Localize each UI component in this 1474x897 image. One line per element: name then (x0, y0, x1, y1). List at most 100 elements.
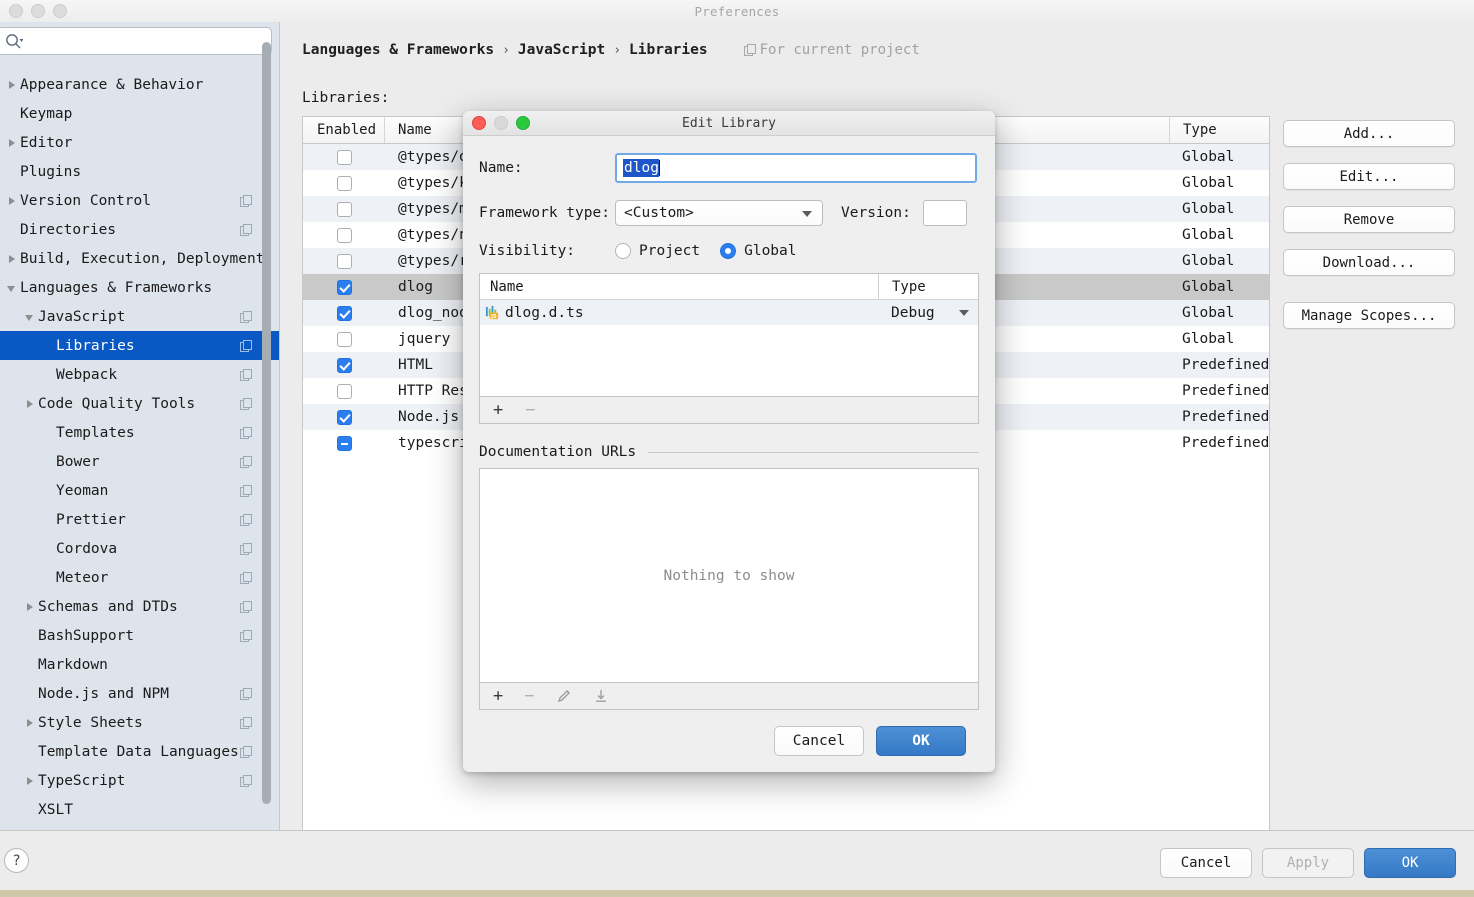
sidebar-item-code-quality-tools[interactable]: Code Quality Tools (0, 389, 279, 418)
enabled-checkbox[interactable] (336, 227, 352, 243)
column-header-type[interactable]: Type (1169, 117, 1269, 143)
version-input[interactable] (922, 200, 967, 226)
sidebar-item-bashsupport[interactable]: BashSupport (0, 621, 279, 650)
documentation-urls-list[interactable]: Nothing to show (479, 468, 979, 683)
chevron-down-icon[interactable] (4, 280, 20, 296)
sidebar-scrollbar-thumb[interactable] (262, 42, 271, 804)
enabled-checkbox[interactable] (336, 305, 352, 321)
sidebar-item-build-execution-deployment[interactable]: Build, Execution, Deployment (0, 244, 279, 273)
pencil-icon[interactable] (556, 688, 572, 704)
edit-button[interactable]: Edit... (1283, 163, 1455, 190)
plus-icon[interactable]: + (493, 687, 503, 705)
sidebar-item-plugins[interactable]: Plugins (0, 157, 279, 186)
download-button[interactable]: Download... (1283, 249, 1455, 276)
sidebar-item-markdown[interactable]: Markdown (0, 650, 279, 679)
dialog-ok-button[interactable]: OK (876, 726, 966, 756)
sidebar-item-typescript[interactable]: TypeScript (0, 766, 279, 795)
sidebar-item-languages-frameworks[interactable]: Languages & Frameworks (0, 273, 279, 302)
enabled-checkbox[interactable] (336, 175, 352, 191)
sidebar-item-webpack[interactable]: Webpack (0, 360, 279, 389)
radio-global[interactable] (720, 243, 737, 259)
chevron-right-icon[interactable] (4, 193, 20, 209)
enabled-checkbox[interactable] (336, 331, 352, 347)
chevron-right-icon[interactable] (22, 396, 38, 412)
chevron-down-icon[interactable] (959, 310, 969, 316)
project-scope-icon (240, 339, 252, 352)
visibility-label: Visibility: (479, 243, 576, 259)
name-label: Name: (479, 160, 523, 176)
minus-icon[interactable]: − (524, 687, 534, 705)
library-name-input[interactable]: dlog (615, 153, 977, 183)
radio-project[interactable] (615, 243, 631, 259)
radio-project-label[interactable]: Project (639, 243, 700, 259)
plus-icon[interactable]: + (493, 401, 503, 419)
chevron-right-icon[interactable] (4, 77, 20, 93)
enabled-checkbox[interactable] (336, 435, 352, 451)
enabled-checkbox[interactable] (336, 409, 352, 425)
framework-type-select[interactable]: <Custom> (615, 200, 823, 226)
enabled-cell (303, 435, 385, 451)
apply-button[interactable]: Apply (1262, 848, 1354, 878)
sidebar-item-label: Cordova (56, 540, 118, 557)
search-input[interactable] (0, 27, 272, 55)
sidebar-scrollbar[interactable] (262, 42, 271, 804)
enabled-checkbox[interactable] (336, 253, 352, 269)
chevron-right-icon[interactable] (22, 773, 38, 789)
enabled-checkbox[interactable] (336, 279, 352, 295)
column-header-enabled[interactable]: Enabled (303, 117, 385, 143)
chevron-down-icon[interactable] (22, 309, 38, 325)
chevron-right-icon[interactable] (22, 715, 38, 731)
minus-icon[interactable]: − (525, 401, 535, 419)
sidebar-item-version-control[interactable]: Version Control (0, 186, 279, 215)
download-icon[interactable] (593, 688, 609, 704)
breadcrumb-item-2[interactable]: Libraries (629, 42, 708, 58)
sidebar-item-editor[interactable]: Editor (0, 128, 279, 157)
files-column-header-type[interactable]: Type (878, 274, 978, 299)
sidebar-item-templates[interactable]: Templates (0, 418, 279, 447)
files-table-row[interactable]: JS dlog.d.ts Debug (480, 300, 978, 325)
cancel-button[interactable]: Cancel (1160, 848, 1252, 878)
chevron-right-icon[interactable] (22, 599, 38, 615)
sidebar-item-xslt[interactable]: XSLT (0, 795, 279, 824)
sidebar-item-directories[interactable]: Directories (0, 215, 279, 244)
sidebar-item-appearance-behavior[interactable]: Appearance & Behavior (0, 70, 279, 99)
chevron-right-icon[interactable] (4, 251, 20, 267)
dialog-cancel-button[interactable]: Cancel (774, 726, 864, 756)
sidebar-item-yeoman[interactable]: Yeoman (0, 476, 279, 505)
ok-button[interactable]: OK (1364, 848, 1456, 878)
sidebar-item-template-data-languages[interactable]: Template Data Languages (0, 737, 279, 766)
version-label: Version: (841, 205, 911, 221)
files-column-header-name[interactable]: Name (480, 279, 878, 295)
sidebar-item-label: Appearance & Behavior (20, 76, 204, 93)
sidebar-item-schemas-and-dtds[interactable]: Schemas and DTDs (0, 592, 279, 621)
add-button[interactable]: Add... (1283, 120, 1455, 147)
chevron-right-icon[interactable] (4, 135, 20, 151)
sidebar-item-label: Libraries (56, 337, 135, 354)
help-button[interactable]: ? (4, 848, 29, 873)
enabled-checkbox[interactable] (336, 201, 352, 217)
sidebar-item-meteor[interactable]: Meteor (0, 563, 279, 592)
enabled-checkbox[interactable] (336, 383, 352, 399)
sidebar-item-javascript[interactable]: JavaScript (0, 302, 279, 331)
enabled-checkbox[interactable] (336, 357, 352, 373)
manage-scopes-button[interactable]: Manage Scopes... (1283, 302, 1455, 329)
text-caret (658, 160, 660, 176)
sidebar-item-prettier[interactable]: Prettier (0, 505, 279, 534)
dialog-bottom-bar: ? Cancel Apply OK (0, 830, 1474, 897)
sidebar-item-cordova[interactable]: Cordova (0, 534, 279, 563)
sidebar-item-style-sheets[interactable]: Style Sheets (0, 708, 279, 737)
sidebar-item-node-js-and-npm[interactable]: Node.js and NPM (0, 679, 279, 708)
breadcrumb-item-1[interactable]: JavaScript (518, 42, 605, 58)
sidebar-item-keymap[interactable]: Keymap (0, 99, 279, 128)
visibility-radio-group: Project Global (615, 243, 809, 259)
sidebar-item-bower[interactable]: Bower (0, 447, 279, 476)
radio-global-label[interactable]: Global (744, 243, 796, 259)
sidebar-item-label: TypeScript (38, 772, 126, 789)
remove-button[interactable]: Remove (1283, 206, 1455, 233)
enabled-checkbox[interactable] (336, 149, 352, 165)
sidebar-item-libraries[interactable]: Libraries (0, 331, 279, 360)
breadcrumb-item-0[interactable]: Languages & Frameworks (302, 42, 494, 58)
